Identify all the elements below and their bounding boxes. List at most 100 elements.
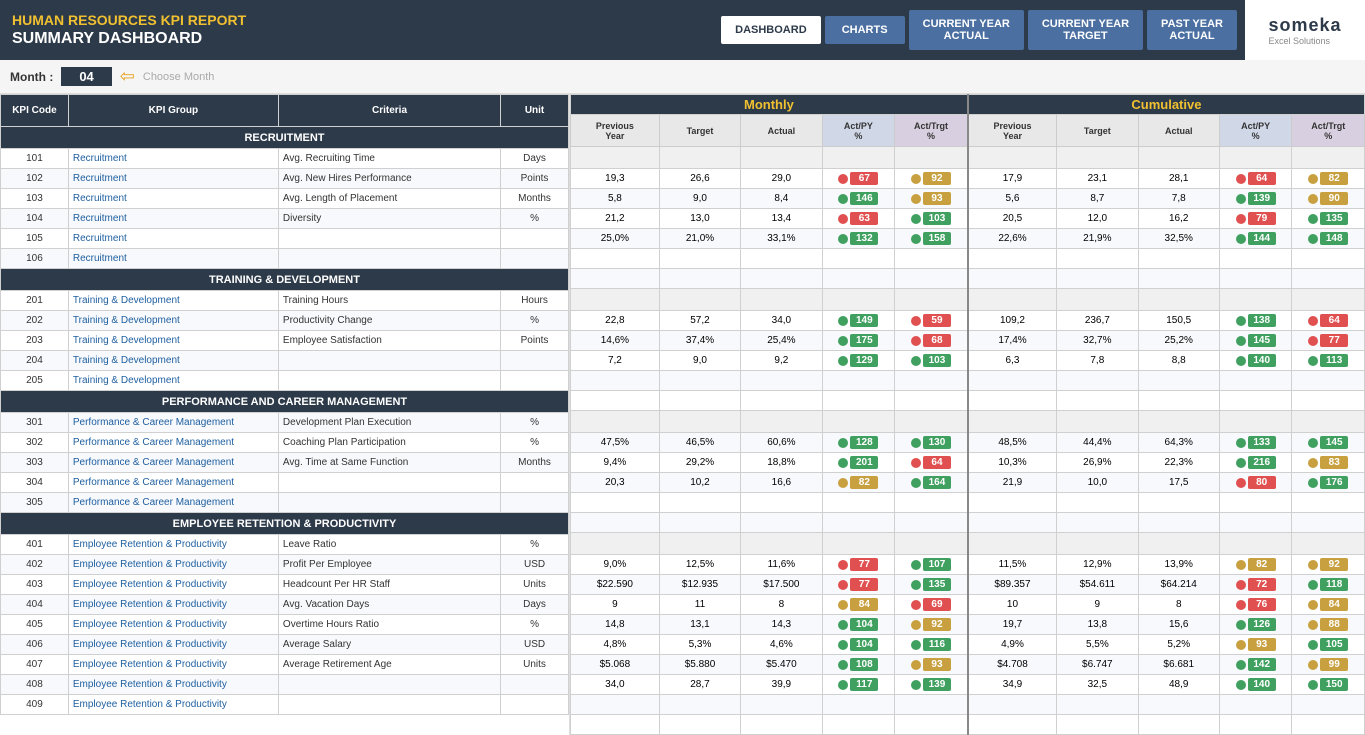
empty-cell [1219, 715, 1292, 735]
kpi-code-cell: 409 [1, 695, 69, 715]
empty-cell [1292, 695, 1365, 715]
data-cell: 84 [822, 595, 895, 615]
criteria-cell [278, 351, 500, 371]
empty-cell [895, 249, 968, 269]
data-cell: 18,8% [741, 453, 822, 473]
empty-cell [741, 493, 822, 513]
table-row: 305Performance & Career Management [1, 493, 569, 513]
table-row: 21,213,013,46310320,512,016,279135 [571, 209, 1365, 229]
data-cell: 145 [1219, 331, 1292, 351]
empty-cell [571, 269, 660, 289]
unit-cell: % [501, 615, 569, 635]
empty-cell [741, 513, 822, 533]
empty-cell [659, 493, 740, 513]
app-container: HUMAN RESOURCES KPI REPORT SUMMARY DASHB… [0, 0, 1365, 735]
table-row [571, 371, 1365, 391]
sub-title: SUMMARY DASHBOARD [12, 30, 308, 48]
data-cell: 4,8% [571, 635, 660, 655]
data-cell: 92 [895, 615, 968, 635]
table-row: 402Employee Retention & ProductivityProf… [1, 555, 569, 575]
section-header-0: RECRUITMENT [1, 127, 569, 149]
nav-current-year-actual[interactable]: CURRENT YEAR ACTUAL [909, 10, 1024, 50]
data-cell: 83 [1292, 453, 1365, 473]
kpi-group-cell: Recruitment [68, 149, 278, 169]
data-cell: 64 [1219, 169, 1292, 189]
month-value: 04 [61, 67, 111, 86]
empty-cell [1292, 513, 1365, 533]
nav-current-year-target[interactable]: CURRENT YEAR TARGET [1028, 10, 1143, 50]
nav-past-year-actual[interactable]: PAST YEAR ACTUAL [1147, 10, 1237, 50]
cumulative-header: Cumulative [968, 95, 1365, 115]
empty-cell [1057, 269, 1138, 289]
monthly-header: Monthly [571, 95, 968, 115]
table-row: 204Training & Development [1, 351, 569, 371]
kpi-group-cell: Training & Development [68, 331, 278, 351]
kpi-code-cell: 405 [1, 615, 69, 635]
data-cell: 10,0 [1057, 473, 1138, 493]
kpi-group-cell: Performance & Career Management [68, 433, 278, 453]
right-data-table: Monthly Cumulative PreviousYear Target A… [570, 94, 1365, 735]
criteria-cell: Productivity Change [278, 311, 500, 331]
empty-cell [1057, 371, 1138, 391]
data-cell: 10,3% [968, 453, 1057, 473]
table-row: 25,0%21,0%33,1%13215822,6%21,9%32,5%1441… [571, 229, 1365, 249]
kpi-table-header: KPI Code KPI Group Criteria Unit [1, 95, 569, 127]
kpi-group-cell: Recruitment [68, 209, 278, 229]
nav-dashboard[interactable]: DASHBOARD [721, 16, 821, 44]
data-cell: $5.880 [659, 655, 740, 675]
empty-cell [1138, 493, 1219, 513]
data-cell: 9,2 [741, 351, 822, 371]
table-row: 103RecruitmentAvg. Length of PlacementMo… [1, 189, 569, 209]
empty-cell [571, 493, 660, 513]
data-cell: 132 [822, 229, 895, 249]
data-cell: 7,2 [571, 351, 660, 371]
unit-cell: % [501, 413, 569, 433]
kpi-group-cell: Employee Retention & Productivity [68, 655, 278, 675]
table-row [571, 269, 1365, 289]
data-cell: 39,9 [741, 675, 822, 695]
empty-cell [968, 269, 1057, 289]
empty-cell [1138, 715, 1219, 735]
kpi-group-cell: Employee Retention & Productivity [68, 595, 278, 615]
kpi-group-cell: Employee Retention & Productivity [68, 535, 278, 555]
empty-cell [1057, 513, 1138, 533]
kpi-code-cell: 103 [1, 189, 69, 209]
section-header-1: TRAINING & DEVELOPMENT [1, 269, 569, 291]
kpi-group-cell: Employee Retention & Productivity [68, 675, 278, 695]
empty-cell [571, 715, 660, 735]
kpi-group-cell: Employee Retention & Productivity [68, 555, 278, 575]
kpi-code-cell: 203 [1, 331, 69, 351]
data-cell: 64 [1292, 311, 1365, 331]
section-header-2: PERFORMANCE AND CAREER MANAGEMENT [1, 391, 569, 413]
table-row: 106Recruitment [1, 249, 569, 269]
col-c-target: Target [1057, 115, 1138, 147]
data-cell: 104 [822, 635, 895, 655]
data-cell: 15,6 [1138, 615, 1219, 635]
data-cell: 5,6 [968, 189, 1057, 209]
data-cell: 76 [1219, 595, 1292, 615]
table-row: 201Training & DevelopmentTraining HoursH… [1, 291, 569, 311]
data-cell: 104 [822, 615, 895, 635]
unit-cell: Days [501, 149, 569, 169]
data-cell: 34,9 [968, 675, 1057, 695]
empty-cell [1138, 269, 1219, 289]
table-row: 14,6%37,4%25,4%1756817,4%32,7%25,2%14577 [571, 331, 1365, 351]
unit-cell: Points [501, 331, 569, 351]
data-cell: 25,2% [1138, 331, 1219, 351]
nav-charts[interactable]: CHARTS [825, 16, 905, 44]
table-row: 47,5%46,5%60,6%12813048,5%44,4%64,3%1331… [571, 433, 1365, 453]
empty-cell [895, 695, 968, 715]
empty-cell [1292, 371, 1365, 391]
data-cell: 7,8 [1138, 189, 1219, 209]
data-cell: 133 [1219, 433, 1292, 453]
data-cell: 32,5% [1138, 229, 1219, 249]
kpi-code-cell: 106 [1, 249, 69, 269]
empty-cell [659, 695, 740, 715]
data-cell: 109,2 [968, 311, 1057, 331]
table-row: 34,028,739,911713934,932,548,9140150 [571, 675, 1365, 695]
kpi-code-cell: 404 [1, 595, 69, 615]
section-header-right-3 [571, 533, 1365, 555]
data-cell: 23,1 [1057, 169, 1138, 189]
data-cell: 26,6 [659, 169, 740, 189]
empty-cell [659, 513, 740, 533]
